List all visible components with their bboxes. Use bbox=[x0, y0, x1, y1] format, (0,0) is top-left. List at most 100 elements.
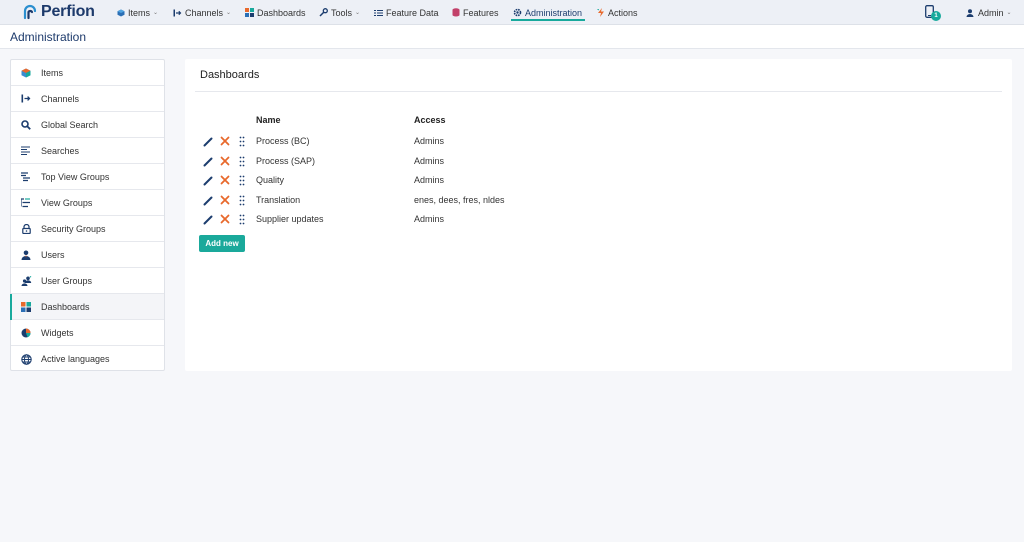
table-row: Supplier updates Admins bbox=[185, 210, 1012, 229]
view-groups-icon bbox=[11, 197, 41, 208]
drag-handle-icon[interactable] bbox=[236, 194, 248, 206]
chevron-down-icon: ⌄ bbox=[153, 10, 159, 16]
divider bbox=[195, 91, 1002, 92]
nav-actions[interactable]: Actions bbox=[597, 6, 638, 19]
sidebar-item-label: Global Search bbox=[41, 119, 99, 130]
edit-pencil-icon[interactable] bbox=[202, 194, 214, 206]
search-icon bbox=[11, 119, 41, 130]
sidebar-item-label: Security Groups bbox=[41, 223, 106, 234]
sidebar-item-label: Dashboards bbox=[41, 301, 90, 312]
user-groups-icon bbox=[11, 275, 41, 286]
admin-sidebar: Items Channels Global Search Searches To… bbox=[10, 59, 165, 371]
nav-channels[interactable]: Channels ⌄ bbox=[173, 6, 231, 19]
nav-dashboards-label: Dashboards bbox=[257, 7, 306, 18]
nav-actions-label: Actions bbox=[608, 7, 638, 18]
sidebar-item-label: Top View Groups bbox=[41, 171, 110, 182]
row-access: Admins bbox=[414, 175, 445, 185]
chevron-down-icon: ⌄ bbox=[355, 10, 361, 16]
row-name: Supplier updates bbox=[256, 214, 324, 224]
lock-icon bbox=[11, 223, 41, 234]
delete-x-icon[interactable] bbox=[219, 155, 231, 167]
sidebar-item-label: Users bbox=[41, 249, 65, 260]
row-name: Process (SAP) bbox=[256, 156, 316, 166]
row-access: Admins bbox=[414, 136, 445, 146]
sidebar-item-label: User Groups bbox=[41, 275, 93, 286]
channel-icon bbox=[11, 94, 41, 103]
pie-chart-icon bbox=[11, 328, 41, 338]
edit-pencil-icon[interactable] bbox=[202, 155, 214, 167]
drag-handle-icon[interactable] bbox=[236, 135, 248, 147]
table-row: Process (BC) Admins bbox=[185, 132, 1012, 151]
sidebar-item-label: Searches bbox=[41, 145, 80, 156]
row-name: Translation bbox=[256, 195, 301, 205]
sidebar-item-dashboards[interactable]: Dashboards bbox=[10, 294, 164, 320]
top-view-groups-icon bbox=[11, 171, 41, 182]
table-row: Quality Admins bbox=[185, 171, 1012, 190]
drag-handle-icon[interactable] bbox=[236, 155, 248, 167]
sidebar-item-channels[interactable]: Channels bbox=[11, 86, 164, 112]
edit-pencil-icon[interactable] bbox=[202, 213, 214, 225]
sidebar-item-top-view-groups[interactable]: Top View Groups bbox=[11, 164, 164, 190]
drag-handle-icon[interactable] bbox=[236, 213, 248, 225]
brand-name: Perfion bbox=[41, 3, 95, 20]
user-name: Admin bbox=[978, 7, 1004, 18]
row-access: Admins bbox=[414, 156, 445, 166]
sidebar-item-label: Widgets bbox=[41, 327, 74, 338]
sidebar-item-security-groups[interactable]: Security Groups bbox=[11, 216, 164, 242]
gear-icon bbox=[513, 8, 522, 17]
nav-features[interactable]: Features bbox=[452, 6, 499, 19]
nav-feature-data[interactable]: Feature Data bbox=[374, 6, 439, 19]
drag-handle-icon[interactable] bbox=[236, 174, 248, 186]
user-icon bbox=[966, 8, 974, 17]
nav-administration[interactable]: Administration bbox=[513, 6, 582, 19]
lightning-icon bbox=[597, 8, 605, 17]
delete-x-icon[interactable] bbox=[219, 135, 231, 147]
perfion-logo-icon bbox=[23, 4, 37, 20]
nav-feature-data-label: Feature Data bbox=[386, 7, 439, 18]
edit-pencil-icon[interactable] bbox=[202, 135, 214, 147]
edit-pencil-icon[interactable] bbox=[202, 174, 214, 186]
page-header: Administration bbox=[0, 25, 1024, 49]
page-title: Administration bbox=[10, 30, 87, 44]
nav-dashboards[interactable]: Dashboards bbox=[245, 6, 306, 19]
panel-title: Dashboards bbox=[200, 69, 260, 81]
column-header-access: Access bbox=[414, 115, 446, 125]
sidebar-item-items[interactable]: Items bbox=[11, 60, 164, 86]
dashboard-grid-icon bbox=[245, 8, 254, 17]
top-navigation-bar: Perfion Items ⌄ Channels ⌄ Dashboards Tool… bbox=[0, 0, 1024, 25]
sidebar-item-global-search[interactable]: Global Search bbox=[11, 112, 164, 138]
delete-x-icon[interactable] bbox=[219, 194, 231, 206]
table-row: Translation enes, dees, fres, nldes bbox=[185, 191, 1012, 210]
nav-channels-label: Channels bbox=[185, 7, 224, 18]
user-icon bbox=[11, 250, 41, 260]
delete-x-icon[interactable] bbox=[219, 213, 231, 225]
row-access: Admins bbox=[414, 214, 445, 224]
sidebar-item-users[interactable]: Users bbox=[11, 242, 164, 268]
sidebar-item-widgets[interactable]: Widgets bbox=[11, 320, 164, 346]
nav-items[interactable]: Items ⌄ bbox=[117, 6, 158, 19]
perfion-logo[interactable]: Perfion bbox=[22, 3, 95, 21]
nav-tools[interactable]: Tools ⌄ bbox=[319, 6, 360, 19]
list-icon bbox=[374, 9, 383, 17]
nav-tools-label: Tools bbox=[331, 7, 353, 18]
delete-x-icon[interactable] bbox=[219, 174, 231, 186]
cube-icon bbox=[11, 68, 41, 78]
dashboards-panel: Dashboards Name Access Process (BC) Admi… bbox=[185, 59, 1012, 371]
add-new-button[interactable]: Add new bbox=[199, 235, 245, 252]
sidebar-item-label: View Groups bbox=[41, 197, 93, 208]
active-tab-indicator bbox=[511, 19, 585, 21]
sidebar-item-label: Active languages bbox=[41, 354, 110, 364]
searches-icon bbox=[11, 145, 41, 156]
sidebar-item-user-groups[interactable]: User Groups bbox=[11, 268, 164, 294]
database-icon bbox=[452, 8, 460, 17]
sidebar-item-active-languages[interactable]: Active languages bbox=[11, 346, 164, 372]
chevron-down-icon: ⌄ bbox=[226, 10, 232, 16]
chevron-down-icon: ⌄ bbox=[1006, 10, 1012, 16]
sidebar-item-view-groups[interactable]: View Groups bbox=[11, 190, 164, 216]
channel-icon bbox=[173, 9, 182, 17]
user-menu[interactable]: Admin ⌄ bbox=[966, 6, 1012, 19]
sidebar-item-searches[interactable]: Searches bbox=[11, 138, 164, 164]
dashboard-grid-icon bbox=[11, 301, 41, 312]
cube-icon bbox=[117, 9, 125, 17]
notification-count-badge: 1 bbox=[931, 11, 941, 21]
